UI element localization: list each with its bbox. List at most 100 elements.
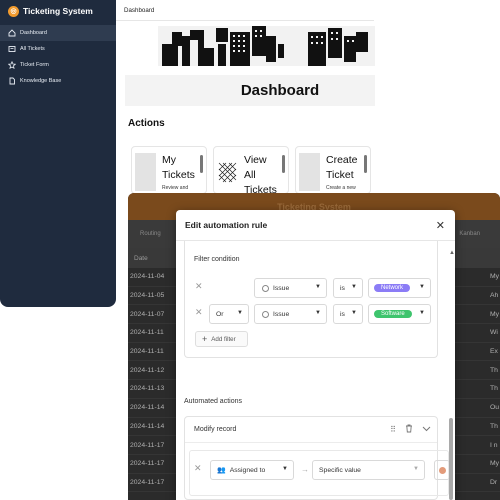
field-type-icon <box>262 310 269 318</box>
scroll-thumb[interactable] <box>449 418 453 500</box>
filter-operator-select[interactable]: is ▼ <box>333 278 363 298</box>
add-filter-label: Add filter <box>211 335 236 343</box>
remove-filter-icon[interactable]: ✕ <box>195 281 203 292</box>
row-date: 2024-11-07 <box>130 310 165 318</box>
row-snippet: Th <box>490 422 498 430</box>
row-snippet: My <box>490 310 500 318</box>
assign-field-select[interactable]: 👥 Assigned to ▼ <box>210 460 294 480</box>
kanban-view-button[interactable]: Kanban <box>459 231 480 237</box>
arrow-right-icon: → <box>301 465 309 474</box>
row-date: 2024-11-13 <box>130 385 165 393</box>
user-avatar[interactable] <box>434 460 450 480</box>
action-cards: My Tickets Review and View All Tickets C… <box>131 146 376 196</box>
card-create-ticket[interactable]: Create Ticket Create a new <box>295 146 371 194</box>
assign-mode-value: Specific value <box>319 466 361 474</box>
scroll-up-icon[interactable]: ▲ <box>449 250 455 256</box>
row-snippet: My <box>490 460 500 468</box>
row-date: 2024-11-17 <box>130 460 165 468</box>
sidebar-item-ticket-form[interactable]: Ticket Form <box>0 57 116 73</box>
assign-field-value: Assigned to <box>229 466 266 474</box>
filter-operator-value: is <box>340 310 345 318</box>
sidebar-item-label: Ticket Form <box>20 62 49 68</box>
row-snippet: Ex <box>490 348 498 356</box>
action-header: Modify record ⠿ <box>185 417 437 443</box>
card-view-all-tickets[interactable]: View All Tickets <box>213 146 289 194</box>
sidebar-item-dashboard[interactable]: Dashboard <box>0 25 116 41</box>
brand[interactable]: ◎ Ticketing System <box>0 0 116 22</box>
filter-field-value: Issue <box>273 310 290 318</box>
assignment-row: ✕ 👥 Assigned to ▼ → Specific value ▼ <box>189 450 450 496</box>
remove-assignment-icon[interactable]: ✕ <box>194 463 202 474</box>
sidebar-item-knowledge-base[interactable]: Knowledge Base <box>0 73 116 89</box>
screen: ◎ Ticketing System Dashboard All Tickets <box>0 0 500 500</box>
row-snippet: Th <box>490 385 498 393</box>
filter-value-select[interactable]: Network ▼ <box>368 278 431 298</box>
sidebar-item-all-tickets[interactable]: All Tickets <box>0 41 116 57</box>
trash-icon[interactable] <box>405 424 413 435</box>
chevron-down-icon: ▼ <box>315 284 321 290</box>
star-icon <box>8 61 16 69</box>
drag-handle-icon[interactable]: ⠿ <box>390 425 396 434</box>
row-snippet: Dr <box>490 478 498 486</box>
chevron-down-icon: ▼ <box>351 310 357 316</box>
row-snippet: Ah <box>490 292 499 300</box>
app-logo-icon: ◎ <box>8 5 19 17</box>
filter-value-select[interactable]: Software ▼ <box>368 304 431 324</box>
card-title-line: My <box>162 154 176 166</box>
chevron-down-icon[interactable] <box>422 425 431 434</box>
breadcrumb: Dashboard <box>124 6 155 14</box>
row-snippet: My <box>490 273 500 281</box>
remove-filter-icon[interactable]: ✕ <box>195 307 203 318</box>
card-subtitle: Review and <box>162 185 189 191</box>
chevron-down-icon: ▼ <box>282 466 288 472</box>
card-scrollbar[interactable] <box>282 155 285 173</box>
column-header-date[interactable]: Date <box>134 255 148 262</box>
toolbar-routing[interactable]: Routing <box>140 231 161 237</box>
card-title-line: Create <box>326 154 358 166</box>
filter-row: ✕ Issue ▼ is ▼ Network ▼ <box>185 278 439 298</box>
filter-field-select[interactable]: Issue ▼ <box>254 304 327 324</box>
app-title: Ticketing System <box>23 6 93 16</box>
home-icon <box>8 29 16 37</box>
automation-rule-modal: Edit automation rule ✕ Filter condition … <box>176 210 455 500</box>
sidebar-item-label: All Tickets <box>20 46 45 52</box>
modify-record-action: Modify record ⠿ ✕ 👥 Assigned to ▼ → Spec… <box>184 416 450 500</box>
row-snippet: I n <box>490 441 498 449</box>
filter-field-value: Issue <box>273 284 290 292</box>
filter-operator-select[interactable]: is ▼ <box>333 304 363 324</box>
row-snippet: Th <box>490 366 498 374</box>
row-date: 2024-11-14 <box>130 404 165 412</box>
card-title: View All Tickets <box>244 153 280 193</box>
card-thumbnail <box>299 153 320 191</box>
card-title-line: Tickets <box>162 169 195 181</box>
chevron-down-icon: ▼ <box>351 284 357 290</box>
people-icon: 👥 <box>217 467 226 474</box>
card-title: My Tickets <box>162 153 198 183</box>
value-tag: Network <box>374 284 411 292</box>
add-filter-button[interactable]: + Add filter <box>195 331 248 347</box>
modal-title: Edit automation rule <box>185 220 268 230</box>
tickets-icon <box>8 45 16 53</box>
filter-field-select[interactable]: Issue ▼ <box>254 278 327 298</box>
card-title-line: View <box>244 154 267 166</box>
assign-mode-select[interactable]: Specific value ▼ <box>312 460 425 480</box>
filter-condition-label: Filter condition <box>194 256 240 263</box>
document-icon <box>8 77 16 85</box>
chevron-down-icon: ▼ <box>413 466 419 472</box>
card-scrollbar[interactable] <box>364 155 367 173</box>
row-date: 2024-11-05 <box>130 292 165 300</box>
row-snippet: Ou <box>490 404 500 412</box>
chevron-down-icon: ▼ <box>419 284 425 290</box>
filter-operator-value: is <box>340 284 345 292</box>
avatar-icon <box>438 466 446 474</box>
row-date: 2024-11-11 <box>130 348 164 356</box>
sidebar-item-label: Knowledge Base <box>20 78 62 84</box>
card-my-tickets[interactable]: My Tickets Review and <box>131 146 207 194</box>
action-title: Modify record <box>194 426 237 433</box>
card-scrollbar[interactable] <box>200 155 203 173</box>
filter-condition-section: Filter condition ✕ Issue ▼ is ▼ Network <box>184 241 438 358</box>
sidebar: ◎ Ticketing System Dashboard All Tickets <box>0 0 116 307</box>
modal-scrollbar[interactable]: ▲ <box>449 250 455 500</box>
close-icon[interactable]: ✕ <box>436 219 445 232</box>
filter-conjunction-select[interactable]: Or ▼ <box>209 304 249 324</box>
